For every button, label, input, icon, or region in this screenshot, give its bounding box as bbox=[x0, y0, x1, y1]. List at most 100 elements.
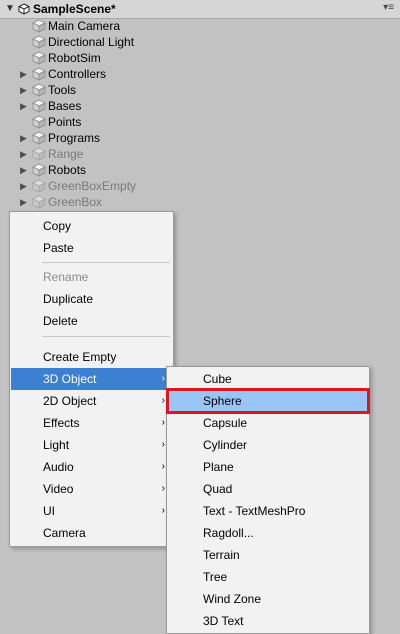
menu-item-label: Delete bbox=[43, 314, 78, 328]
menu-item-label: Quad bbox=[203, 482, 233, 496]
menu-item-label: Text - TextMeshPro bbox=[203, 504, 306, 518]
submenu-item-capsule[interactable]: Capsule bbox=[168, 412, 368, 434]
hierarchy-item[interactable]: Main Camera bbox=[0, 18, 400, 34]
menu-item-ui[interactable]: UI › bbox=[11, 500, 172, 522]
hierarchy-item-label: RobotSim bbox=[48, 51, 101, 65]
submenu-arrow-icon: › bbox=[161, 461, 165, 472]
menu-item-audio[interactable]: Audio › bbox=[11, 456, 172, 478]
cube-icon bbox=[32, 99, 46, 113]
hierarchy-item-label: Directional Light bbox=[48, 35, 135, 49]
submenu-item-plane[interactable]: Plane bbox=[168, 456, 368, 478]
scene-expand-icon[interactable]: ▼ bbox=[5, 3, 15, 15]
submenu-arrow-icon: › bbox=[161, 395, 165, 406]
submenu-item-sphere[interactable]: Sphere bbox=[166, 388, 370, 414]
menu-item-duplicate[interactable]: Duplicate bbox=[11, 288, 172, 310]
menu-item-label: Create Empty bbox=[43, 350, 117, 364]
hierarchy-item-label: Robots bbox=[48, 163, 87, 177]
unity-scene-icon bbox=[18, 3, 30, 15]
menu-item-rename: Rename bbox=[11, 266, 172, 288]
fold-triangle-icon[interactable]: ▶ bbox=[20, 84, 27, 96]
menu-item-label: Rename bbox=[43, 270, 89, 284]
menu-item-create-empty[interactable]: Create Empty bbox=[11, 346, 172, 368]
menu-item-label: Camera bbox=[43, 526, 86, 540]
scene-title: SampleScene* bbox=[33, 2, 116, 16]
cube-icon bbox=[32, 131, 46, 145]
hierarchy-item-label: Tools bbox=[48, 83, 77, 97]
submenu-item-cylinder[interactable]: Cylinder bbox=[168, 434, 368, 456]
menu-item-label: Tree bbox=[203, 570, 228, 584]
cube-icon bbox=[32, 163, 46, 177]
menu-item-label: Terrain bbox=[203, 548, 240, 562]
menu-item-video[interactable]: Video › bbox=[11, 478, 172, 500]
menu-item-light[interactable]: Light › bbox=[11, 434, 172, 456]
menu-item-label: Capsule bbox=[203, 416, 248, 430]
cube-icon bbox=[32, 115, 46, 129]
cube-icon bbox=[32, 51, 46, 65]
hierarchy-item-label: Range bbox=[48, 147, 84, 161]
menu-item-label: Wind Zone bbox=[203, 592, 262, 606]
fold-triangle-icon[interactable]: ▶ bbox=[20, 132, 27, 144]
submenu-item-terrain[interactable]: Terrain bbox=[168, 544, 368, 566]
fold-triangle-icon[interactable]: ▶ bbox=[20, 180, 27, 192]
menu-item-label: Plane bbox=[203, 460, 234, 474]
hierarchy-item[interactable]: ▶ GreenBox bbox=[0, 194, 400, 210]
menu-item-label: 3D Object bbox=[43, 372, 97, 386]
hierarchy-item-label: Controllers bbox=[48, 67, 107, 81]
hierarchy-item[interactable]: ▶ GreenBoxEmpty bbox=[0, 178, 400, 194]
context-menu: Copy Paste Rename Duplicate Delete Create Emp… bbox=[9, 211, 174, 547]
hierarchy-item[interactable]: ▶ Controllers bbox=[0, 66, 400, 82]
submenu-item-text-textmeshpro[interactable]: Text - TextMeshPro bbox=[168, 500, 368, 522]
hierarchy-item[interactable]: RobotSim bbox=[0, 50, 400, 66]
menu-item-label: 3D Text bbox=[203, 614, 244, 628]
cube-icon bbox=[32, 83, 46, 97]
fold-triangle-icon[interactable]: ▶ bbox=[20, 68, 27, 80]
submenu-item-ragdoll[interactable]: Ragdoll... bbox=[168, 522, 368, 544]
cube-icon bbox=[32, 195, 46, 209]
menu-item-label: Ragdoll... bbox=[203, 526, 254, 540]
menu-item-label: UI bbox=[43, 504, 55, 518]
menu-item-camera[interactable]: Camera bbox=[11, 522, 172, 544]
hierarchy-item[interactable]: ▶ Programs bbox=[0, 130, 400, 146]
hierarchy-item[interactable]: Points bbox=[0, 114, 400, 130]
menu-item-label: Sphere bbox=[203, 394, 242, 408]
menu-item-label: Paste bbox=[43, 241, 74, 255]
hierarchy-item-label: Programs bbox=[48, 131, 101, 145]
options-menu-icon[interactable]: ▾≡ bbox=[383, 2, 394, 14]
menu-item-paste[interactable]: Paste bbox=[11, 237, 172, 259]
menu-separator bbox=[42, 262, 170, 263]
submenu-arrow-icon: › bbox=[161, 483, 165, 494]
menu-item-label: Cube bbox=[203, 372, 232, 386]
hierarchy-item[interactable]: ▶ Robots bbox=[0, 162, 400, 178]
fold-triangle-icon[interactable]: ▶ bbox=[20, 148, 27, 160]
hierarchy-item[interactable]: ▶ Tools bbox=[0, 82, 400, 98]
fold-triangle-icon[interactable]: ▶ bbox=[20, 100, 27, 112]
submenu-item-quad[interactable]: Quad bbox=[168, 478, 368, 500]
menu-separator bbox=[42, 336, 170, 337]
menu-item-delete[interactable]: Delete bbox=[11, 310, 172, 332]
hierarchy-item[interactable]: ▶ Range bbox=[0, 146, 400, 162]
submenu-arrow-icon: › bbox=[161, 417, 165, 428]
menu-item-label: Cylinder bbox=[203, 438, 248, 452]
fold-triangle-icon[interactable]: ▶ bbox=[20, 164, 27, 176]
menu-item-label: Audio bbox=[43, 460, 74, 474]
menu-item-effects[interactable]: Effects › bbox=[11, 412, 172, 434]
submenu-item-tree[interactable]: Tree bbox=[168, 566, 368, 588]
hierarchy-item[interactable]: ▶ Bases bbox=[0, 98, 400, 114]
hierarchy-item-label: Main Camera bbox=[48, 19, 121, 33]
menu-item-3d-object[interactable]: 3D Object › bbox=[11, 368, 172, 390]
hierarchy-item-label: GreenBox bbox=[48, 195, 103, 209]
hierarchy-item-label: Points bbox=[48, 115, 82, 129]
submenu-item-cube[interactable]: Cube bbox=[168, 368, 368, 390]
cube-icon bbox=[32, 147, 46, 161]
fold-triangle-icon[interactable]: ▶ bbox=[20, 196, 27, 208]
submenu-item-3d-text[interactable]: 3D Text bbox=[168, 610, 368, 632]
menu-item-label: Light bbox=[43, 438, 70, 452]
menu-item-label: Duplicate bbox=[43, 292, 94, 306]
menu-item-copy[interactable]: Copy bbox=[11, 215, 172, 237]
menu-item-label: Copy bbox=[43, 219, 72, 233]
menu-item-label: Video bbox=[43, 482, 74, 496]
submenu-item-wind-zone[interactable]: Wind Zone bbox=[168, 588, 368, 610]
hierarchy-item[interactable]: Directional Light bbox=[0, 34, 400, 50]
3d-object-submenu: Cube Sphere Capsule Cylinder Plane Quad Text -… bbox=[166, 366, 370, 634]
menu-item-2d-object[interactable]: 2D Object › bbox=[11, 390, 172, 412]
